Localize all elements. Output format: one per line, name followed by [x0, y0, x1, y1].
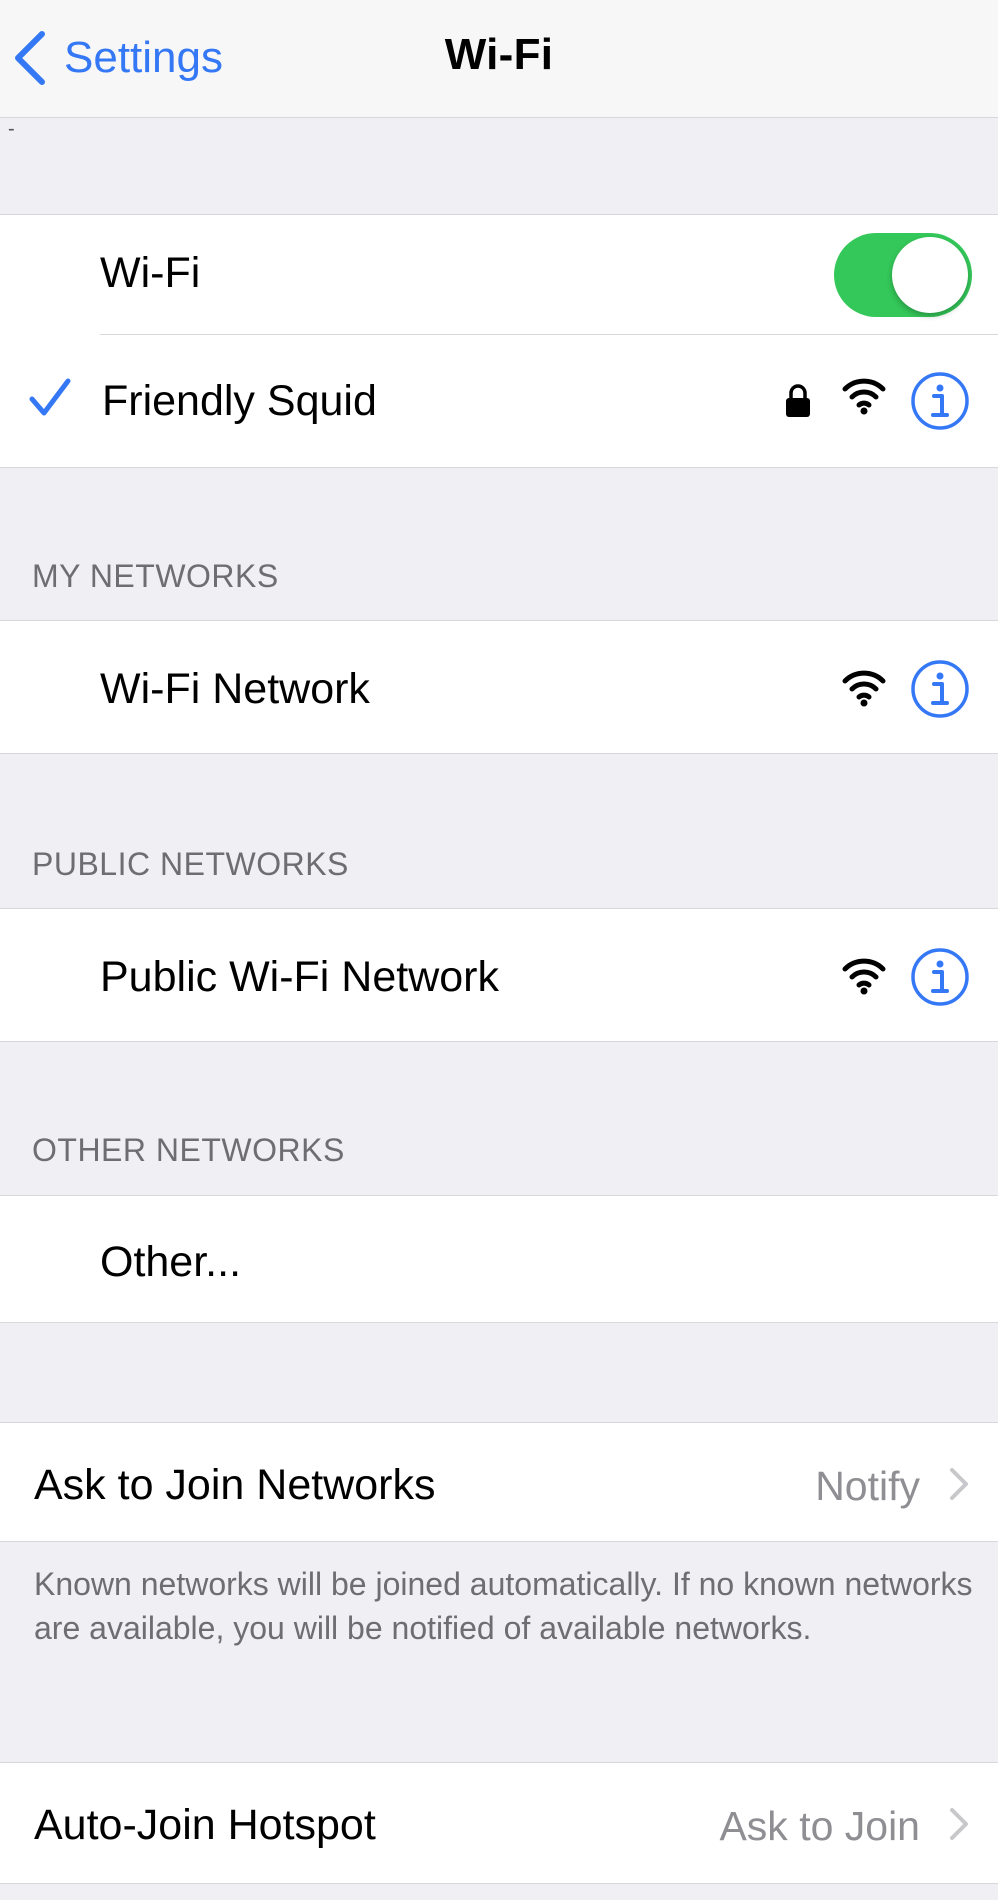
navigation-bar: Settings Wi-Fi: [0, 0, 998, 118]
network-row[interactable]: Public Wi-Fi Network: [0, 909, 998, 1043]
public-networks-header: PUBLIC NETWORKS: [32, 846, 349, 882]
info-icon[interactable]: [910, 947, 970, 1007]
ask-to-join-group: Ask to Join Networks Notify: [0, 1422, 998, 1542]
wifi-signal-icon: [842, 378, 886, 415]
wifi-group: Wi-Fi Friendly Squid: [0, 214, 998, 468]
my-networks-header: MY NETWORKS: [32, 558, 279, 594]
other-network-row[interactable]: Other...: [0, 1196, 998, 1324]
page-title: Wi-Fi: [444, 30, 554, 79]
wifi-signal-icon: [842, 958, 886, 995]
other-networks-header: OTHER NETWORKS: [32, 1132, 345, 1168]
switch-knob: [892, 237, 968, 313]
network-name: Wi-Fi Network: [100, 665, 370, 713]
connected-network-row[interactable]: Friendly Squid: [0, 335, 998, 469]
wifi-toggle-label: Wi-Fi: [100, 249, 201, 297]
lock-icon: [786, 384, 810, 417]
info-icon[interactable]: [910, 371, 970, 431]
auto-join-label: Auto-Join Hotspot: [34, 1801, 376, 1849]
ask-to-join-row[interactable]: Ask to Join Networks Notify: [0, 1423, 998, 1543]
other-networks-group: Other...: [0, 1195, 998, 1323]
chevron-right-icon: [950, 1468, 968, 1500]
chevron-right-icon: [950, 1808, 968, 1840]
public-networks-group: Public Wi-Fi Network: [0, 908, 998, 1042]
network-row[interactable]: Wi-Fi Network: [0, 621, 998, 755]
ask-to-join-value: Notify: [815, 1463, 920, 1509]
connected-network-name: Friendly Squid: [102, 377, 377, 425]
wifi-toggle-row: Wi-Fi: [0, 215, 998, 335]
auto-join-group: Auto-Join Hotspot Ask to Join: [0, 1762, 998, 1884]
ask-to-join-label: Ask to Join Networks: [34, 1461, 436, 1509]
network-name: Public Wi-Fi Network: [100, 953, 499, 1001]
stray-mark: -: [8, 118, 15, 140]
info-icon[interactable]: [910, 659, 970, 719]
ask-to-join-footer: Known networks will be joined automatica…: [34, 1566, 973, 1646]
wifi-signal-icon: [842, 670, 886, 707]
wifi-switch[interactable]: [834, 233, 972, 317]
auto-join-value: Ask to Join: [719, 1803, 920, 1849]
other-network-label: Other...: [100, 1238, 242, 1286]
my-networks-group: Wi-Fi Network: [0, 620, 998, 754]
auto-join-row[interactable]: Auto-Join Hotspot Ask to Join: [0, 1763, 998, 1883]
checkmark-icon: [29, 378, 71, 416]
